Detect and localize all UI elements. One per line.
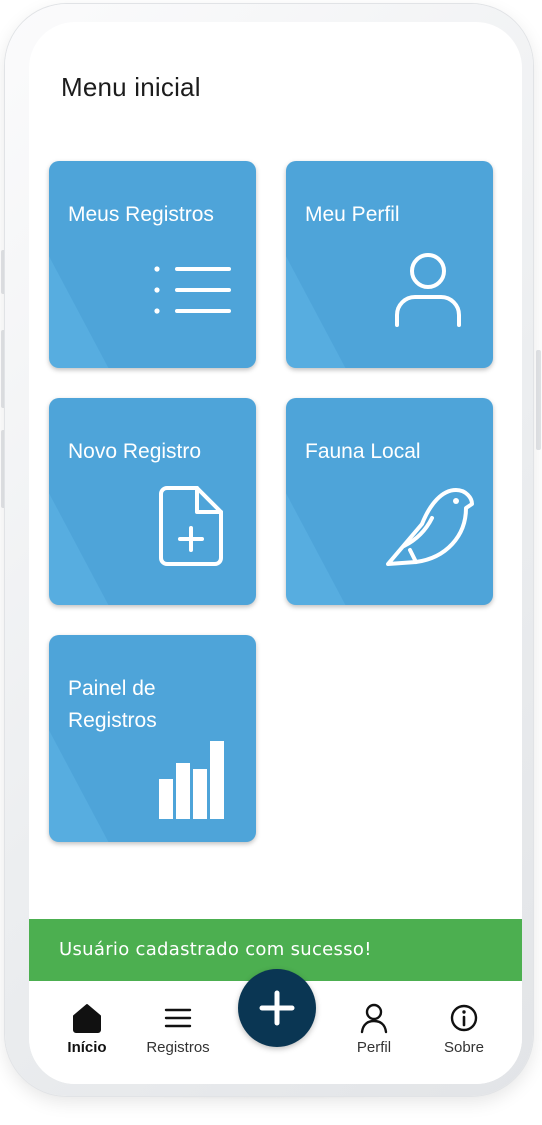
nav-label: Registros <box>146 1039 210 1056</box>
power-button <box>536 350 541 450</box>
add-button[interactable] <box>238 969 316 1047</box>
bird-icon <box>386 488 474 566</box>
nav-label: Início <box>67 1039 107 1056</box>
nav-item-registros[interactable]: Registros <box>133 1001 223 1056</box>
tile-meu-perfil[interactable]: Meu Perfil <box>286 161 493 368</box>
file-plus-icon <box>159 486 223 566</box>
bar-chart-icon <box>159 741 224 819</box>
tile-label: Meu Perfil <box>305 203 400 226</box>
tile-fauna-local[interactable]: Fauna Local <box>286 398 493 605</box>
user-icon <box>395 253 461 327</box>
plus-icon <box>259 990 295 1026</box>
tile-label: Novo Registro <box>68 440 202 463</box>
page-title: Menu inicial <box>61 72 201 102</box>
tile-meus-registros[interactable]: Meus Registros <box>49 161 256 368</box>
tile-label: Painel de Registros <box>68 677 157 732</box>
nav-item-inicio[interactable]: Início <box>42 1001 132 1056</box>
menu-icon <box>164 1008 192 1028</box>
phone-frame: Menu inicial Meus Registros Meu Perfil N… <box>5 4 533 1096</box>
home-icon <box>73 1004 101 1033</box>
app-screen: Menu inicial Meus Registros Meu Perfil N… <box>29 22 522 1084</box>
nav-item-perfil[interactable]: Perfil <box>329 1001 419 1056</box>
tile-painel-de-registros[interactable]: Painel de Registros <box>49 635 256 842</box>
list-icon <box>154 266 231 314</box>
nav-item-sobre[interactable]: Sobre <box>419 1001 509 1056</box>
user-icon <box>360 1003 388 1034</box>
nav-label: Sobre <box>443 1039 485 1056</box>
nav-label: Perfil <box>356 1039 392 1056</box>
info-icon <box>450 1004 478 1032</box>
tile-novo-registro[interactable]: Novo Registro <box>49 398 256 605</box>
tile-label: Meus Registros <box>68 203 214 226</box>
tile-label: Fauna Local <box>305 440 421 463</box>
